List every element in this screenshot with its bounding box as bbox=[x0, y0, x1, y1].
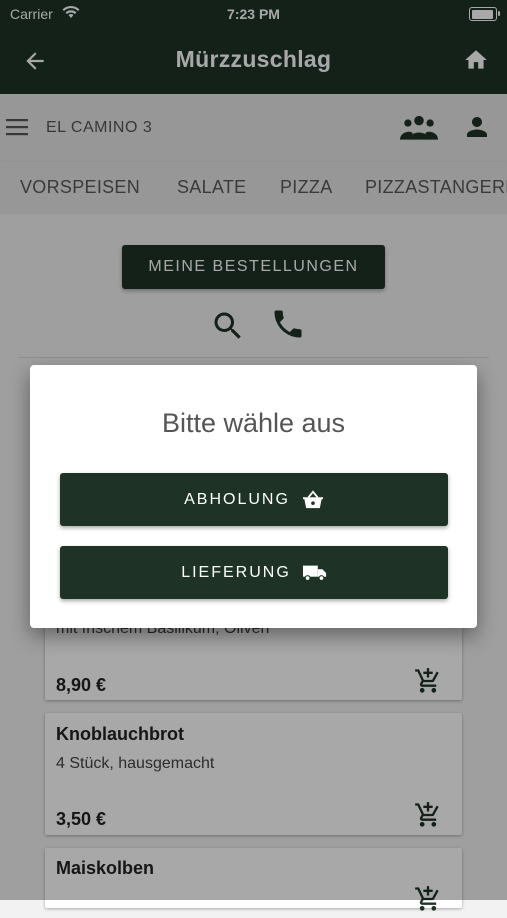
basket-icon bbox=[302, 489, 323, 508]
order-type-dialog: Bitte wähle aus ABHOLUNG LIEFERUNG bbox=[30, 365, 477, 628]
delivery-label: LIEFERUNG bbox=[181, 563, 291, 581]
delivery-button[interactable]: LIEFERUNG bbox=[60, 546, 448, 599]
dialog-title: Bitte wähle aus bbox=[161, 408, 346, 438]
truck-icon bbox=[302, 565, 326, 581]
pickup-button[interactable]: ABHOLUNG bbox=[60, 473, 448, 526]
pickup-label: ABHOLUNG bbox=[184, 490, 290, 508]
